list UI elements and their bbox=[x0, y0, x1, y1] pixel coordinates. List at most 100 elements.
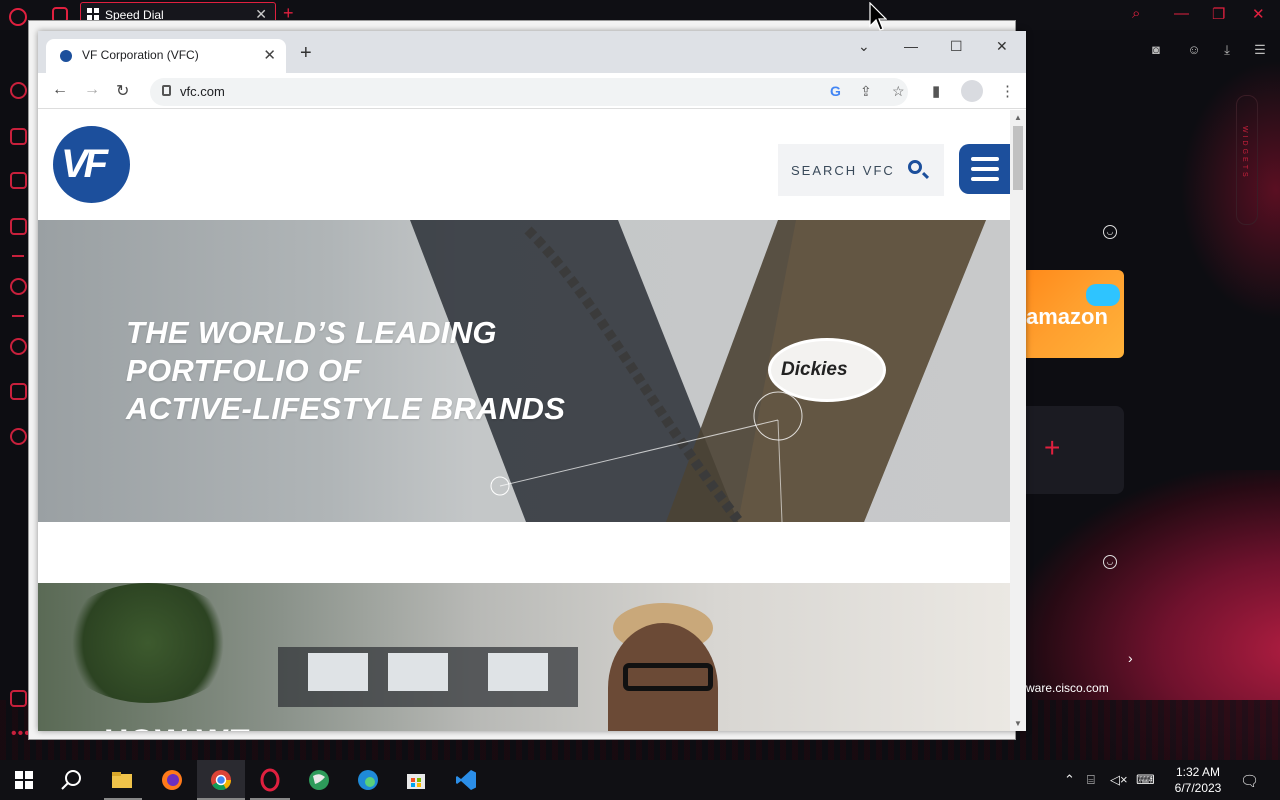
search-icon[interactable] bbox=[908, 160, 922, 174]
section-spacer bbox=[38, 522, 1010, 583]
opera-minimize-button[interactable]: — bbox=[1174, 5, 1189, 22]
chevron-right-icon[interactable]: › bbox=[1128, 650, 1133, 666]
speed-dial-add-tile[interactable]: + bbox=[1026, 406, 1124, 494]
bookmark-star-icon[interactable]: ☆ bbox=[892, 83, 905, 100]
opera-close-button[interactable]: ✕ bbox=[1252, 5, 1265, 23]
reload-icon[interactable]: ↻ bbox=[116, 81, 129, 101]
plant-image bbox=[58, 583, 238, 703]
chrome-icon[interactable] bbox=[209, 768, 233, 792]
twitch-icon[interactable] bbox=[10, 172, 27, 189]
menu-bar bbox=[971, 157, 999, 161]
speedometer-icon[interactable] bbox=[10, 82, 27, 99]
edge-icon[interactable] bbox=[356, 768, 380, 792]
sidebar-divider bbox=[12, 255, 24, 257]
keyboard-icon[interactable]: ⌨ bbox=[1136, 772, 1155, 788]
volume-muted-icon[interactable]: ◁× bbox=[1110, 772, 1128, 788]
office-photo-section: HOW WE bbox=[38, 583, 1010, 731]
widgets-label: WIDGETS bbox=[1241, 126, 1248, 180]
address-bar[interactable]: vfc.com G ⇪ ☆ bbox=[150, 78, 908, 106]
sidebar-divider bbox=[12, 315, 24, 317]
briefcase-icon[interactable] bbox=[10, 128, 27, 145]
hero-headline-line: PORTFOLIO OF bbox=[126, 353, 362, 388]
network-icon[interactable]: ⌸ bbox=[1087, 772, 1095, 788]
clock-date: 6/7/2023 bbox=[1174, 781, 1222, 795]
vf-logo-text: VF bbox=[61, 142, 108, 186]
account-icon[interactable]: ☺ bbox=[1186, 42, 1202, 57]
taskbar-clock[interactable]: 1:32 AM 6/7/2023 bbox=[1166, 764, 1230, 796]
opera-restore-button[interactable]: ❐ bbox=[1212, 5, 1225, 23]
microsoft-store-icon[interactable] bbox=[404, 768, 428, 792]
monitor-screen bbox=[388, 653, 448, 691]
maps-icon[interactable] bbox=[307, 768, 331, 792]
hamburger-menu-button[interactable] bbox=[959, 144, 1011, 194]
chrome-tab-strip: VF Corporation (VFC) ✕ + ⌄ — ☐ ✕ bbox=[38, 31, 1026, 73]
firefox-icon[interactable] bbox=[160, 768, 184, 792]
chrome-window: VF Corporation (VFC) ✕ + ⌄ — ☐ ✕ ← → ↻ v… bbox=[38, 31, 1026, 731]
profile-avatar-icon[interactable] bbox=[961, 80, 983, 102]
opera-logo-icon[interactable] bbox=[9, 8, 27, 26]
smiley-icon[interactable]: ◡ bbox=[1103, 555, 1117, 569]
chip-icon[interactable] bbox=[10, 218, 27, 235]
scrollbar-thumb[interactable] bbox=[1013, 126, 1023, 190]
page-scrollbar[interactable]: ▲ ▼ bbox=[1010, 110, 1026, 731]
chrome-toolbar: ← → ↻ vfc.com G ⇪ ☆ ▮ ⋮ bbox=[38, 73, 1026, 109]
speed-dial-grid-icon bbox=[87, 8, 99, 20]
easy-setup-icon[interactable]: ☰ bbox=[1252, 42, 1268, 57]
file-explorer-icon[interactable] bbox=[110, 768, 134, 792]
monitor-screen bbox=[308, 653, 368, 691]
taskbar-search-icon[interactable] bbox=[60, 768, 84, 792]
gallery-icon[interactable] bbox=[10, 690, 27, 707]
opera-search-icon[interactable]: ⌕ bbox=[1132, 5, 1140, 22]
opera-icon[interactable] bbox=[258, 768, 282, 792]
vf-logo[interactable]: VF bbox=[53, 126, 130, 203]
chrome-close-button[interactable]: ✕ bbox=[996, 38, 1008, 55]
dickies-logo-text: Dickies bbox=[781, 359, 848, 380]
vf-site-header: VF SEARCH VFC bbox=[38, 110, 1011, 220]
history-icon[interactable] bbox=[10, 338, 27, 355]
extensions-icon[interactable] bbox=[10, 383, 27, 400]
back-arrow-icon[interactable]: ← bbox=[52, 81, 68, 99]
hero-banner: THE WORLD’S LEADING PORTFOLIO OF ACTIVE-… bbox=[38, 220, 1010, 522]
google-lens-icon[interactable]: G bbox=[830, 83, 841, 99]
mouse-cursor-icon bbox=[869, 2, 887, 31]
player-icon[interactable] bbox=[10, 278, 27, 295]
monitor-screen bbox=[488, 653, 548, 691]
scroll-down-arrow-icon[interactable]: ▼ bbox=[1014, 719, 1022, 728]
clock-time: 1:32 AM bbox=[1175, 765, 1221, 779]
windows-start-icon[interactable] bbox=[12, 768, 36, 792]
vf-search-label: SEARCH VFC bbox=[791, 163, 895, 178]
settings-gear-icon[interactable] bbox=[10, 428, 27, 445]
section-heading-partial: HOW WE bbox=[104, 723, 251, 731]
side-panel-icon[interactable]: ▮ bbox=[932, 82, 940, 100]
dickies-brand-badge[interactable]: Dickies bbox=[768, 338, 886, 402]
gamepad-icon bbox=[1086, 284, 1120, 306]
widgets-panel[interactable]: WIDGETS bbox=[1236, 95, 1258, 225]
chrome-tab-vfc[interactable]: VF Corporation (VFC) ✕ bbox=[46, 39, 286, 73]
address-url[interactable]: vfc.com bbox=[180, 84, 225, 99]
add-icon: + bbox=[1044, 432, 1061, 463]
amazon-logo-text: amazon bbox=[1026, 304, 1108, 329]
speed-dial-tile-caption[interactable]: ware.cisco.com bbox=[1026, 681, 1109, 695]
smiley-icon[interactable]: ◡ bbox=[1103, 225, 1117, 239]
camera-icon[interactable]: ◙ bbox=[1148, 42, 1164, 57]
hero-headline: THE WORLD’S LEADING PORTFOLIO OF ACTIVE-… bbox=[126, 314, 565, 428]
chrome-maximize-button[interactable]: ☐ bbox=[950, 38, 963, 55]
vf-search-box[interactable]: SEARCH VFC bbox=[778, 144, 944, 196]
share-icon[interactable]: ⇪ bbox=[860, 83, 872, 100]
scroll-up-arrow-icon[interactable]: ▲ bbox=[1014, 113, 1022, 122]
glasses-image bbox=[623, 663, 713, 691]
hero-headline-line: THE WORLD’S LEADING bbox=[126, 315, 497, 350]
tab-search-dropdown-icon[interactable]: ⌄ bbox=[858, 38, 870, 55]
tray-chevron-up-icon[interactable]: ⌃ bbox=[1064, 772, 1075, 788]
chrome-minimize-button[interactable]: — bbox=[904, 38, 918, 54]
forward-arrow-icon[interactable]: → bbox=[84, 81, 100, 99]
lock-icon[interactable] bbox=[162, 85, 171, 96]
chrome-tab-close-icon[interactable]: ✕ bbox=[263, 46, 276, 64]
chrome-menu-icon[interactable]: ⋮ bbox=[1000, 82, 1015, 100]
notifications-icon[interactable]: 🗨 bbox=[1240, 772, 1259, 790]
wallpaper-glow bbox=[1180, 60, 1280, 320]
chrome-new-tab-button[interactable]: + bbox=[300, 42, 312, 65]
speed-dial-tile-amazon[interactable]: amazon bbox=[1026, 270, 1124, 358]
download-icon[interactable]: ⤓ bbox=[1219, 42, 1235, 57]
vscode-icon[interactable] bbox=[454, 768, 478, 792]
